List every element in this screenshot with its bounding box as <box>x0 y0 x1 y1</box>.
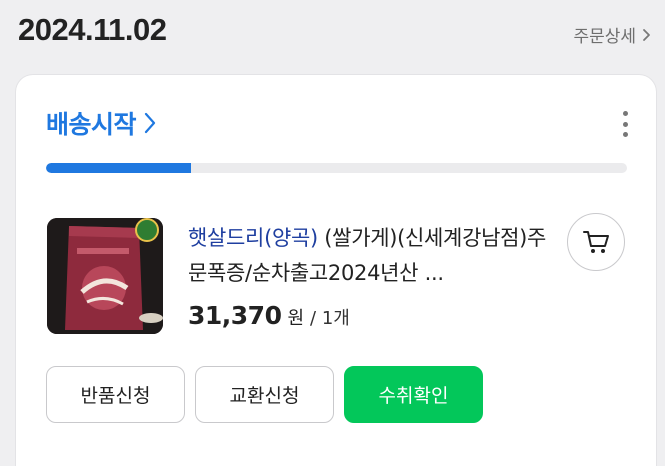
chevron-right-icon <box>643 28 650 41</box>
price-row: 31,370 원 / 1개 <box>188 301 350 330</box>
confirm-receipt-button[interactable]: 수취확인 <box>344 366 483 423</box>
more-dot <box>622 111 628 116</box>
chevron-right-icon <box>144 112 156 134</box>
product-name[interactable]: 햇살드리(양곡) (쌀가게)(신세계강남점)주문폭증/순차출고2024년산 ..… <box>188 221 558 291</box>
delivery-status-link[interactable]: 배송시작 <box>46 105 156 141</box>
order-actions: 반품신청 교환신청 수취확인 <box>46 366 483 423</box>
order-detail-label: 주문상세 <box>573 27 636 47</box>
order-date: 2024.11.02 <box>18 12 167 47</box>
order-card: 배송시작 햇살드리(양곡) (쌀가게)(신세계강남점)주문폭증/순차출고2024… <box>15 74 657 466</box>
cart-icon <box>583 231 609 253</box>
more-dot <box>622 132 628 137</box>
currency-label: 원 <box>287 308 305 329</box>
product-quantity: / 1개 <box>310 308 350 329</box>
product-price: 31,370 <box>188 301 282 330</box>
order-detail-link[interactable]: 주문상세 <box>573 22 651 47</box>
rice-bag-image <box>47 218 163 334</box>
more-options-icon[interactable] <box>620 109 630 139</box>
more-dot <box>622 121 628 127</box>
delivery-status: 배송시작 <box>46 110 137 139</box>
delivery-progress-fill <box>46 163 192 173</box>
product-thumbnail[interactable] <box>47 218 163 334</box>
return-request-button[interactable]: 반품신청 <box>46 366 185 423</box>
product-brand: 햇살드리(양곡) <box>188 226 318 250</box>
delivery-progress-bar <box>46 163 627 173</box>
exchange-request-button[interactable]: 교환신청 <box>195 366 334 423</box>
add-to-cart-button[interactable] <box>567 213 625 271</box>
